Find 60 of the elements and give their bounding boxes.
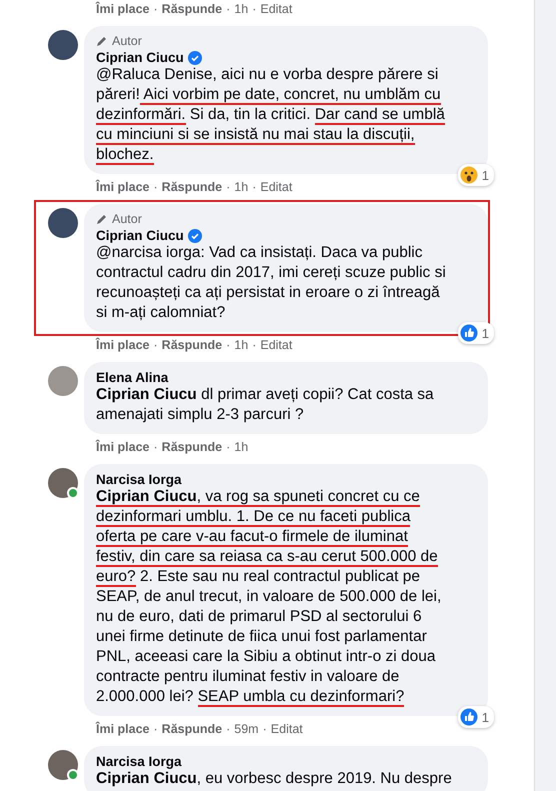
- reply-link[interactable]: Răspunde: [162, 2, 222, 16]
- reply-link[interactable]: Răspunde: [162, 180, 222, 194]
- timestamp[interactable]: 1h: [234, 338, 248, 352]
- like-link[interactable]: Îmi place: [96, 180, 150, 194]
- reply-link[interactable]: Răspunde: [162, 722, 222, 736]
- separator-dot: ·: [252, 180, 256, 194]
- separator-dot: ·: [226, 180, 230, 194]
- author-name[interactable]: Ciprian Ciucu: [96, 228, 184, 243]
- reaction-count[interactable]: 1: [458, 322, 494, 344]
- author-label: Autor: [112, 34, 142, 48]
- comment-text: @Raluca Denise, aici nu e vorba despre părere si păreri! Aici vorbim pe date, concret, nu umblăm cu dezinformări. Si da, tin la critici. Dar cand se umblă cu minciuni si se insistă nu mai stau la discuții, blochez.: [96, 65, 446, 165]
- avatar[interactable]: [48, 208, 78, 238]
- thumbs-up-icon: [460, 324, 478, 342]
- edited-label: Editat: [260, 180, 292, 194]
- like-link[interactable]: Îmi place: [96, 338, 150, 352]
- separator-dot: ·: [252, 2, 256, 16]
- comment-text: Ciprian Ciucu, va rog sa spuneti concret cu ce dezinformari umblu. 1. De ce nu faceti publica oferta pe care v-au facut-o firmele de iluminat festiv, din care sa reiasa ca s-au cerut 500.000 de euro? 2. Este sau nu real contractul publicat pe SEAP, de anul trecut, in valoare de 500.000 de lei, nu de euro, dati de primarul PSD al sectorului 6 unei firme detinute de fiica unui fost parlamentar PNL, aceeasi care la Sibiu a obtinut intr-o zi doua contracte pentru iluminat festiv in valoare de 2.000.000 lei? SEAP umbla cu dezinformari?: [96, 487, 442, 707]
- separator-dot: ·: [226, 440, 230, 454]
- author-name[interactable]: Elena Alina: [96, 370, 168, 385]
- like-link[interactable]: Îmi place: [96, 722, 150, 736]
- separator-dot: ·: [154, 440, 158, 454]
- pen-icon: [96, 35, 108, 47]
- wow-emoji-icon: [460, 166, 478, 184]
- avatar[interactable]: [48, 750, 78, 780]
- like-link[interactable]: Îmi place: [96, 440, 150, 454]
- separator-dot: ·: [252, 338, 256, 352]
- comment-text: Ciprian Ciucu dl primar aveți copii? Cat costa sa amenajati simplu 2-3 parcuri ?: [96, 385, 435, 425]
- separator-dot: ·: [262, 722, 267, 736]
- timestamp[interactable]: 59m: [234, 722, 259, 736]
- avatar[interactable]: [48, 30, 78, 60]
- verified-badge-icon: [188, 228, 202, 242]
- comment-text: @narcisa iorga: Vad ca insistați. Daca va public contractul cadru din 2017, imi cereți scuze public si recunoașteți ca ați persistat in eroare o zi întreagă si m-ați calomniat?: [96, 243, 447, 323]
- timestamp[interactable]: 1h: [234, 180, 248, 194]
- separator-dot: ·: [226, 338, 230, 352]
- scrollbar-track[interactable]: [534, 0, 556, 791]
- reply-link[interactable]: Răspunde: [162, 338, 222, 352]
- author-name[interactable]: Narcisa Iorga: [96, 754, 182, 769]
- separator-dot: ·: [154, 338, 158, 352]
- verified-badge-icon: [188, 50, 202, 64]
- reply-link[interactable]: Răspunde: [162, 440, 222, 454]
- separator-dot: ·: [154, 2, 158, 16]
- comment-text: Ciprian Ciucu, eu vorbesc despre 2019. Nu despre: [96, 769, 453, 789]
- timestamp[interactable]: 1h: [234, 440, 248, 454]
- like-link[interactable]: Îmi place: [96, 2, 150, 16]
- avatar[interactable]: [48, 468, 78, 498]
- separator-dot: ·: [154, 180, 158, 194]
- separator-dot: ·: [154, 722, 158, 736]
- reaction-count[interactable]: 1: [458, 706, 494, 728]
- timestamp[interactable]: 1h: [234, 2, 248, 16]
- separator-dot: ·: [226, 722, 230, 736]
- edited-label: Editat: [260, 2, 292, 16]
- reaction-count[interactable]: 1: [458, 164, 494, 186]
- author-name[interactable]: Ciprian Ciucu: [96, 50, 184, 65]
- author-name[interactable]: Narcisa Iorga: [96, 472, 182, 487]
- author-label: Autor: [112, 212, 142, 226]
- thumbs-up-icon: [460, 708, 478, 726]
- pen-icon: [96, 213, 108, 225]
- edited-label: Editat: [260, 338, 292, 352]
- separator-dot: ·: [226, 2, 230, 16]
- edited-label: Editat: [270, 722, 303, 736]
